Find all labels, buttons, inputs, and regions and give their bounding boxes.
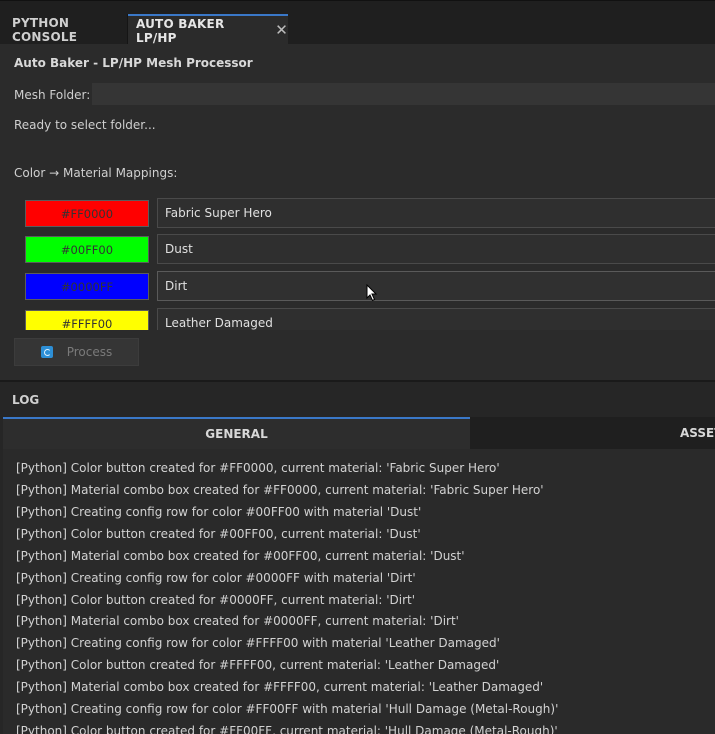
panel-title: Auto Baker - LP/HP Mesh Processor <box>14 56 253 70</box>
color-button-label: #FFFF00 <box>61 316 113 331</box>
color-button[interactable]: #0000FF <box>25 273 149 300</box>
color-button[interactable]: #00FF00 <box>25 236 149 263</box>
status-text: Ready to select folder... <box>14 118 156 132</box>
mouse-cursor-icon <box>366 284 378 302</box>
log-output[interactable]: [Python] Color button created for #FF000… <box>3 449 715 734</box>
mesh-folder-label: Mesh Folder: <box>14 88 91 102</box>
tab-general[interactable]: GENERAL <box>3 417 470 449</box>
material-combo[interactable]: Fabric Super Hero <box>157 198 715 228</box>
log-line: [Python] Creating config row for color #… <box>16 702 559 716</box>
mapping-row: #FF0000 Fabric Super Hero <box>0 198 715 230</box>
mapping-row: #FFFF00 Leather Damaged <box>0 308 715 330</box>
material-name: Dust <box>165 242 193 256</box>
log-line: [Python] Color button created for #FF00F… <box>16 724 558 734</box>
color-button-label: #00FF00 <box>60 242 114 257</box>
material-combo[interactable]: Dust <box>157 234 715 264</box>
log-line: [Python] Material combo box created for … <box>16 549 465 563</box>
mapping-row: #0000FF Dirt <box>0 271 715 303</box>
color-button[interactable]: #FFFF00 <box>25 310 149 330</box>
mapping-list: #FF0000 Fabric Super Hero #00FF00 Dust #… <box>0 196 715 330</box>
process-button-label: Process <box>66 345 113 359</box>
log-line: [Python] Color button created for #FF000… <box>16 461 500 475</box>
tab-python-console[interactable]: PYTHON CONSOLE <box>0 14 128 45</box>
close-icon[interactable]: ✕ <box>275 23 288 38</box>
log-line: [Python] Color button created for #FFFF0… <box>16 658 500 672</box>
color-button-label: #FF0000 <box>60 206 114 221</box>
material-name: Dirt <box>165 279 188 293</box>
panel-tab-bar: PYTHON CONSOLE AUTO BAKER LP/HP ✕ <box>0 0 715 45</box>
mesh-folder-input[interactable] <box>92 83 715 105</box>
material-combo[interactable]: Leather Damaged <box>157 308 715 330</box>
tab-asset[interactable]: ASSET <box>470 417 715 449</box>
app-window: PYTHON CONSOLE AUTO BAKER LP/HP ✕ Auto B… <box>0 0 715 734</box>
log-line: [Python] Color button created for #00FF0… <box>16 527 421 541</box>
tab-python-console-label: PYTHON CONSOLE <box>12 15 78 44</box>
log-line: [Python] Creating config row for color #… <box>16 571 416 585</box>
refresh-icon <box>40 346 53 358</box>
tab-auto-baker-label: AUTO BAKER LP/HP <box>136 16 225 45</box>
material-name: Fabric Super Hero <box>165 206 272 220</box>
auto-baker-panel: Auto Baker - LP/HP Mesh Processor Mesh F… <box>0 44 715 380</box>
log-line: [Python] Color button created for #0000F… <box>16 593 416 607</box>
mappings-label: Color → Material Mappings: <box>14 166 178 180</box>
tab-asset-label: ASSET <box>680 426 715 440</box>
log-line: [Python] Material combo box created for … <box>16 680 544 694</box>
material-combo[interactable]: Dirt <box>157 271 715 301</box>
log-panel: LOG GENERAL ASSET [Python] Color button … <box>0 382 715 734</box>
log-line: [Python] Material combo box created for … <box>16 483 544 497</box>
log-header: LOG <box>12 393 40 407</box>
log-line: [Python] Material combo box created for … <box>16 614 459 628</box>
tab-auto-baker[interactable]: AUTO BAKER LP/HP ✕ <box>128 14 288 45</box>
log-tab-bar: GENERAL ASSET <box>3 417 715 449</box>
process-button[interactable]: Process <box>14 338 139 366</box>
color-button-label: #0000FF <box>60 279 114 294</box>
tab-general-label: GENERAL <box>205 427 268 441</box>
log-line: [Python] Creating config row for color #… <box>16 505 422 519</box>
material-name: Leather Damaged <box>165 316 273 330</box>
mapping-row: #00FF00 Dust <box>0 234 715 266</box>
color-button[interactable]: #FF0000 <box>25 200 149 227</box>
log-line: [Python] Creating config row for color #… <box>16 636 500 650</box>
